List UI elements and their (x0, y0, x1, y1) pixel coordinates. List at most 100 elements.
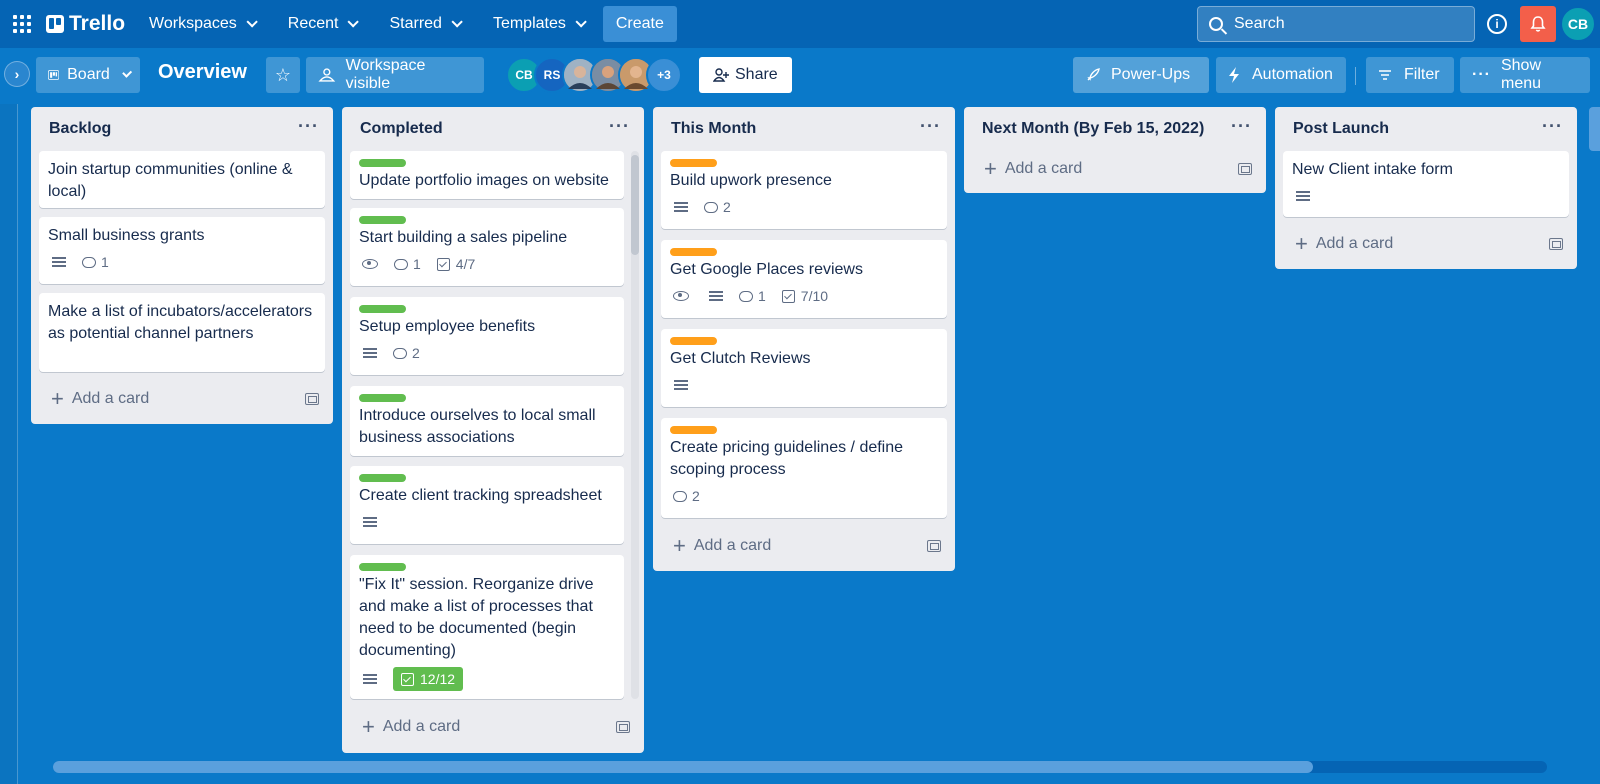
nav-templates-label: Templates (492, 15, 566, 32)
list-title[interactable]: Next Month (By Feb 15, 2022) (982, 120, 1204, 138)
board-view-switcher[interactable]: Board (36, 57, 140, 93)
list-header[interactable]: Completed ··· (342, 107, 644, 151)
green-label (359, 216, 406, 224)
description-icon (674, 202, 688, 212)
info-icon[interactable]: i (1487, 14, 1507, 34)
visibility-button[interactable]: Workspace visible (306, 57, 484, 93)
card-template-icon[interactable] (616, 721, 630, 733)
list-header[interactable]: Post Launch ··· (1275, 107, 1577, 151)
trello-logo[interactable]: Trello (46, 12, 125, 36)
card[interactable]: New Client intake form (1283, 151, 1569, 217)
card[interactable]: Setup employee benefits 2 (350, 297, 624, 375)
card[interactable]: Get Google Places reviews 1 7/10 (661, 240, 947, 318)
notifications-button[interactable] (1520, 6, 1556, 42)
card-title: "Fix It" session. Reorganize drive and m… (359, 576, 594, 659)
card[interactable]: "Fix It" session. Reorganize drive and m… (350, 555, 624, 699)
list-actions-icon[interactable]: ··· (609, 117, 630, 135)
comment-count: 2 (692, 488, 700, 504)
card-title: Introduce ourselves to local small busin… (359, 407, 596, 446)
automation-button[interactable]: Automation (1216, 57, 1346, 93)
chevron-down-icon (451, 16, 463, 28)
nav-starred[interactable]: Starred (379, 6, 468, 42)
description-icon (1296, 191, 1310, 201)
card[interactable]: Small business grants 1 (39, 217, 325, 284)
board-members: CB RS +3 (506, 57, 682, 93)
nav-recent[interactable]: Recent (278, 6, 366, 42)
add-card-button[interactable]: + Add a card (1283, 226, 1569, 262)
share-button[interactable]: Share (699, 57, 792, 93)
app-switcher-icon[interactable] (12, 14, 32, 34)
expand-sidebar-button[interactable]: › (4, 61, 30, 87)
share-label: Share (735, 66, 778, 83)
list-header[interactable]: Backlog ··· (31, 107, 333, 151)
list-title[interactable]: Post Launch (1293, 120, 1389, 138)
card[interactable]: Create client tracking spreadsheet (350, 466, 624, 544)
checklist-icon (781, 289, 795, 303)
add-person-icon (713, 68, 729, 82)
card-title: New Client intake form (1292, 161, 1453, 178)
filter-label: Filter (1404, 66, 1440, 83)
nav-starred-label: Starred (389, 15, 442, 32)
create-button[interactable]: Create (602, 6, 677, 42)
add-card-button[interactable]: + Add a card (972, 151, 1258, 187)
user-avatar[interactable]: CB (1560, 6, 1596, 42)
list-header[interactable]: This Month ··· (653, 107, 955, 151)
card-template-icon[interactable] (305, 393, 319, 405)
checklist-count: 12/12 (420, 671, 456, 687)
list-actions-icon[interactable]: ··· (1542, 117, 1563, 135)
list-scrollbar-thumb[interactable] (631, 155, 639, 255)
board-scrollbar-thumb[interactable] (53, 761, 1313, 773)
orange-label (670, 426, 717, 434)
search-input[interactable]: Search (1197, 6, 1475, 42)
list-scrollbar[interactable] (631, 151, 639, 699)
card[interactable]: Make a list of incubators/accelerators a… (39, 293, 325, 372)
checklist-count: 4/7 (455, 256, 476, 272)
list-title[interactable]: This Month (671, 120, 756, 138)
nav-workspaces[interactable]: Workspaces (139, 6, 264, 42)
card[interactable]: Update portfolio images on website (350, 151, 624, 199)
card[interactable]: Introduce ourselves to local small busin… (350, 386, 624, 456)
card-title: Get Google Places reviews (670, 261, 863, 278)
list-actions-icon[interactable]: ··· (920, 117, 941, 135)
board-title[interactable]: Overview (158, 61, 247, 84)
add-card-button[interactable]: + Add a card (39, 381, 325, 417)
checklist-count: 7/10 (800, 288, 829, 304)
card[interactable]: Get Clutch Reviews (661, 329, 947, 407)
logo-text: Trello (69, 12, 126, 35)
board-horizontal-scrollbar[interactable] (53, 761, 1547, 773)
card-template-icon[interactable] (927, 540, 941, 552)
card-title: Make a list of incubators/accelerators a… (48, 303, 313, 342)
description-icon (52, 257, 66, 267)
add-card-button[interactable]: + Add a card (350, 709, 636, 745)
card-template-icon[interactable] (1549, 238, 1563, 250)
chevron-down-icon (575, 16, 587, 28)
more-members-badge[interactable]: +3 (646, 57, 682, 93)
comment-count: 1 (758, 288, 766, 304)
card-title: Small business grants (48, 227, 205, 244)
list-title[interactable]: Completed (360, 120, 443, 138)
filter-button[interactable]: Filter (1366, 57, 1454, 93)
more-icon: ··· (1472, 66, 1491, 83)
filter-icon (1379, 70, 1391, 80)
power-ups-button[interactable]: Power-Ups (1073, 57, 1209, 93)
card[interactable]: Build upwork presence 2 (661, 151, 947, 229)
list-title[interactable]: Backlog (49, 120, 111, 138)
card-badges: 1 4/7 (359, 253, 615, 275)
add-another-list-button[interactable] (1589, 107, 1600, 151)
show-menu-button[interactable]: ··· Show menu (1460, 57, 1590, 93)
card[interactable]: Join startup communities (online & local… (39, 151, 325, 208)
list-actions-icon[interactable]: ··· (1231, 117, 1252, 135)
list-backlog: Backlog ··· Join startup communities (on… (31, 107, 333, 424)
card-title: Update portfolio images on website (359, 172, 609, 189)
card-template-icon[interactable] (1238, 163, 1252, 175)
add-card-button[interactable]: + Add a card (661, 528, 947, 564)
list-header[interactable]: Next Month (By Feb 15, 2022) ··· (964, 107, 1266, 151)
green-label (359, 159, 406, 167)
header-divider (1355, 67, 1356, 85)
card[interactable]: Start building a sales pipeline 1 4/7 (350, 208, 624, 286)
nav-templates[interactable]: Templates (483, 6, 593, 42)
plus-icon: + (362, 714, 375, 739)
list-actions-icon[interactable]: ··· (298, 117, 319, 135)
card[interactable]: Create pricing guidelines / define scopi… (661, 418, 947, 518)
star-board-button[interactable]: ☆ (266, 57, 300, 93)
